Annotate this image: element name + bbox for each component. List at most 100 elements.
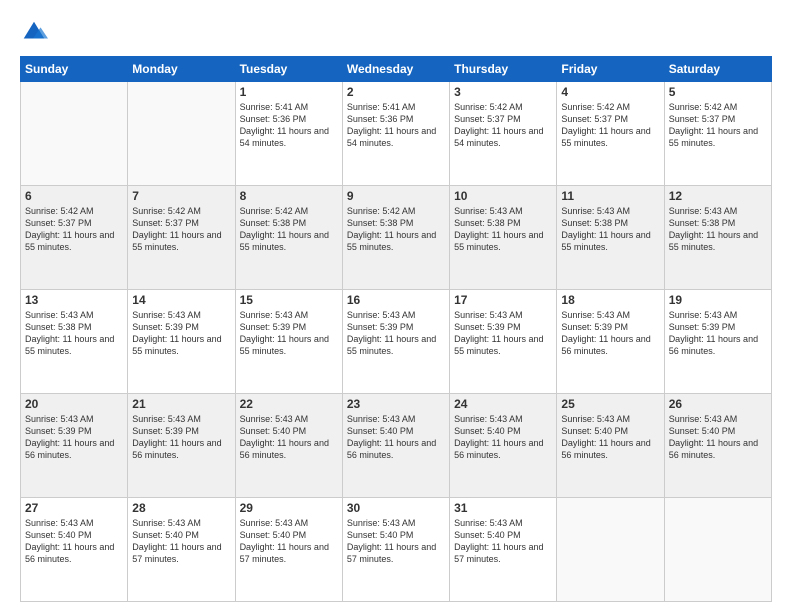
weekday-header: Thursday [450, 57, 557, 82]
day-number: 25 [561, 397, 659, 411]
cell-details: Sunrise: 5:42 AMSunset: 5:37 PMDaylight:… [669, 102, 758, 148]
day-number: 27 [25, 501, 123, 515]
cell-details: Sunrise: 5:42 AMSunset: 5:38 PMDaylight:… [240, 206, 329, 252]
calendar-cell: 23 Sunrise: 5:43 AMSunset: 5:40 PMDaylig… [342, 394, 449, 498]
day-number: 24 [454, 397, 552, 411]
calendar-cell: 1 Sunrise: 5:41 AMSunset: 5:36 PMDayligh… [235, 82, 342, 186]
calendar-cell: 5 Sunrise: 5:42 AMSunset: 5:37 PMDayligh… [664, 82, 771, 186]
cell-details: Sunrise: 5:43 AMSunset: 5:39 PMDaylight:… [240, 310, 329, 356]
cell-details: Sunrise: 5:43 AMSunset: 5:40 PMDaylight:… [25, 518, 114, 564]
cell-details: Sunrise: 5:43 AMSunset: 5:40 PMDaylight:… [240, 518, 329, 564]
calendar-cell: 28 Sunrise: 5:43 AMSunset: 5:40 PMDaylig… [128, 498, 235, 602]
calendar-cell: 21 Sunrise: 5:43 AMSunset: 5:39 PMDaylig… [128, 394, 235, 498]
weekday-header: Tuesday [235, 57, 342, 82]
calendar-week-row: 1 Sunrise: 5:41 AMSunset: 5:36 PMDayligh… [21, 82, 772, 186]
cell-details: Sunrise: 5:43 AMSunset: 5:40 PMDaylight:… [669, 414, 758, 460]
calendar-cell: 20 Sunrise: 5:43 AMSunset: 5:39 PMDaylig… [21, 394, 128, 498]
calendar-cell [21, 82, 128, 186]
calendar-cell: 6 Sunrise: 5:42 AMSunset: 5:37 PMDayligh… [21, 186, 128, 290]
day-number: 21 [132, 397, 230, 411]
calendar-cell: 2 Sunrise: 5:41 AMSunset: 5:36 PMDayligh… [342, 82, 449, 186]
calendar-cell [128, 82, 235, 186]
cell-details: Sunrise: 5:42 AMSunset: 5:37 PMDaylight:… [561, 102, 650, 148]
day-number: 20 [25, 397, 123, 411]
day-number: 28 [132, 501, 230, 515]
cell-details: Sunrise: 5:43 AMSunset: 5:38 PMDaylight:… [454, 206, 543, 252]
cell-details: Sunrise: 5:43 AMSunset: 5:40 PMDaylight:… [454, 518, 543, 564]
calendar-cell [557, 498, 664, 602]
calendar-cell: 26 Sunrise: 5:43 AMSunset: 5:40 PMDaylig… [664, 394, 771, 498]
calendar-cell: 16 Sunrise: 5:43 AMSunset: 5:39 PMDaylig… [342, 290, 449, 394]
cell-details: Sunrise: 5:43 AMSunset: 5:40 PMDaylight:… [347, 414, 436, 460]
calendar-cell: 7 Sunrise: 5:42 AMSunset: 5:37 PMDayligh… [128, 186, 235, 290]
calendar-cell: 30 Sunrise: 5:43 AMSunset: 5:40 PMDaylig… [342, 498, 449, 602]
day-number: 5 [669, 85, 767, 99]
calendar-cell: 3 Sunrise: 5:42 AMSunset: 5:37 PMDayligh… [450, 82, 557, 186]
day-number: 31 [454, 501, 552, 515]
day-number: 6 [25, 189, 123, 203]
day-number: 17 [454, 293, 552, 307]
cell-details: Sunrise: 5:42 AMSunset: 5:37 PMDaylight:… [454, 102, 543, 148]
cell-details: Sunrise: 5:43 AMSunset: 5:40 PMDaylight:… [561, 414, 650, 460]
day-number: 22 [240, 397, 338, 411]
calendar-cell: 9 Sunrise: 5:42 AMSunset: 5:38 PMDayligh… [342, 186, 449, 290]
calendar-cell: 4 Sunrise: 5:42 AMSunset: 5:37 PMDayligh… [557, 82, 664, 186]
cell-details: Sunrise: 5:42 AMSunset: 5:38 PMDaylight:… [347, 206, 436, 252]
cell-details: Sunrise: 5:41 AMSunset: 5:36 PMDaylight:… [240, 102, 329, 148]
weekday-header: Wednesday [342, 57, 449, 82]
cell-details: Sunrise: 5:42 AMSunset: 5:37 PMDaylight:… [132, 206, 221, 252]
calendar-cell: 25 Sunrise: 5:43 AMSunset: 5:40 PMDaylig… [557, 394, 664, 498]
day-number: 8 [240, 189, 338, 203]
calendar-week-row: 20 Sunrise: 5:43 AMSunset: 5:39 PMDaylig… [21, 394, 772, 498]
day-number: 15 [240, 293, 338, 307]
calendar-week-row: 27 Sunrise: 5:43 AMSunset: 5:40 PMDaylig… [21, 498, 772, 602]
day-number: 26 [669, 397, 767, 411]
cell-details: Sunrise: 5:43 AMSunset: 5:39 PMDaylight:… [454, 310, 543, 356]
day-number: 16 [347, 293, 445, 307]
weekday-header: Friday [557, 57, 664, 82]
cell-details: Sunrise: 5:43 AMSunset: 5:38 PMDaylight:… [669, 206, 758, 252]
calendar-cell: 13 Sunrise: 5:43 AMSunset: 5:38 PMDaylig… [21, 290, 128, 394]
day-number: 12 [669, 189, 767, 203]
calendar-cell: 31 Sunrise: 5:43 AMSunset: 5:40 PMDaylig… [450, 498, 557, 602]
day-number: 30 [347, 501, 445, 515]
calendar-cell: 12 Sunrise: 5:43 AMSunset: 5:38 PMDaylig… [664, 186, 771, 290]
cell-details: Sunrise: 5:43 AMSunset: 5:39 PMDaylight:… [132, 414, 221, 460]
day-number: 29 [240, 501, 338, 515]
logo [20, 18, 52, 46]
cell-details: Sunrise: 5:43 AMSunset: 5:40 PMDaylight:… [347, 518, 436, 564]
weekday-header: Saturday [664, 57, 771, 82]
calendar-cell [664, 498, 771, 602]
day-number: 2 [347, 85, 445, 99]
calendar-cell: 29 Sunrise: 5:43 AMSunset: 5:40 PMDaylig… [235, 498, 342, 602]
cell-details: Sunrise: 5:43 AMSunset: 5:38 PMDaylight:… [561, 206, 650, 252]
cell-details: Sunrise: 5:43 AMSunset: 5:40 PMDaylight:… [454, 414, 543, 460]
cell-details: Sunrise: 5:43 AMSunset: 5:39 PMDaylight:… [561, 310, 650, 356]
cell-details: Sunrise: 5:43 AMSunset: 5:39 PMDaylight:… [25, 414, 114, 460]
calendar-cell: 15 Sunrise: 5:43 AMSunset: 5:39 PMDaylig… [235, 290, 342, 394]
calendar-week-row: 13 Sunrise: 5:43 AMSunset: 5:38 PMDaylig… [21, 290, 772, 394]
day-number: 10 [454, 189, 552, 203]
day-number: 14 [132, 293, 230, 307]
calendar-cell: 11 Sunrise: 5:43 AMSunset: 5:38 PMDaylig… [557, 186, 664, 290]
calendar-cell: 27 Sunrise: 5:43 AMSunset: 5:40 PMDaylig… [21, 498, 128, 602]
page: SundayMondayTuesdayWednesdayThursdayFrid… [0, 0, 792, 612]
cell-details: Sunrise: 5:43 AMSunset: 5:40 PMDaylight:… [240, 414, 329, 460]
day-number: 7 [132, 189, 230, 203]
calendar-header-row: SundayMondayTuesdayWednesdayThursdayFrid… [21, 57, 772, 82]
day-number: 3 [454, 85, 552, 99]
calendar-table: SundayMondayTuesdayWednesdayThursdayFrid… [20, 56, 772, 602]
day-number: 4 [561, 85, 659, 99]
calendar-cell: 8 Sunrise: 5:42 AMSunset: 5:38 PMDayligh… [235, 186, 342, 290]
cell-details: Sunrise: 5:41 AMSunset: 5:36 PMDaylight:… [347, 102, 436, 148]
calendar-week-row: 6 Sunrise: 5:42 AMSunset: 5:37 PMDayligh… [21, 186, 772, 290]
day-number: 1 [240, 85, 338, 99]
cell-details: Sunrise: 5:42 AMSunset: 5:37 PMDaylight:… [25, 206, 114, 252]
calendar-cell: 19 Sunrise: 5:43 AMSunset: 5:39 PMDaylig… [664, 290, 771, 394]
cell-details: Sunrise: 5:43 AMSunset: 5:40 PMDaylight:… [132, 518, 221, 564]
cell-details: Sunrise: 5:43 AMSunset: 5:39 PMDaylight:… [132, 310, 221, 356]
calendar-cell: 10 Sunrise: 5:43 AMSunset: 5:38 PMDaylig… [450, 186, 557, 290]
header [20, 18, 772, 46]
calendar-cell: 18 Sunrise: 5:43 AMSunset: 5:39 PMDaylig… [557, 290, 664, 394]
day-number: 9 [347, 189, 445, 203]
